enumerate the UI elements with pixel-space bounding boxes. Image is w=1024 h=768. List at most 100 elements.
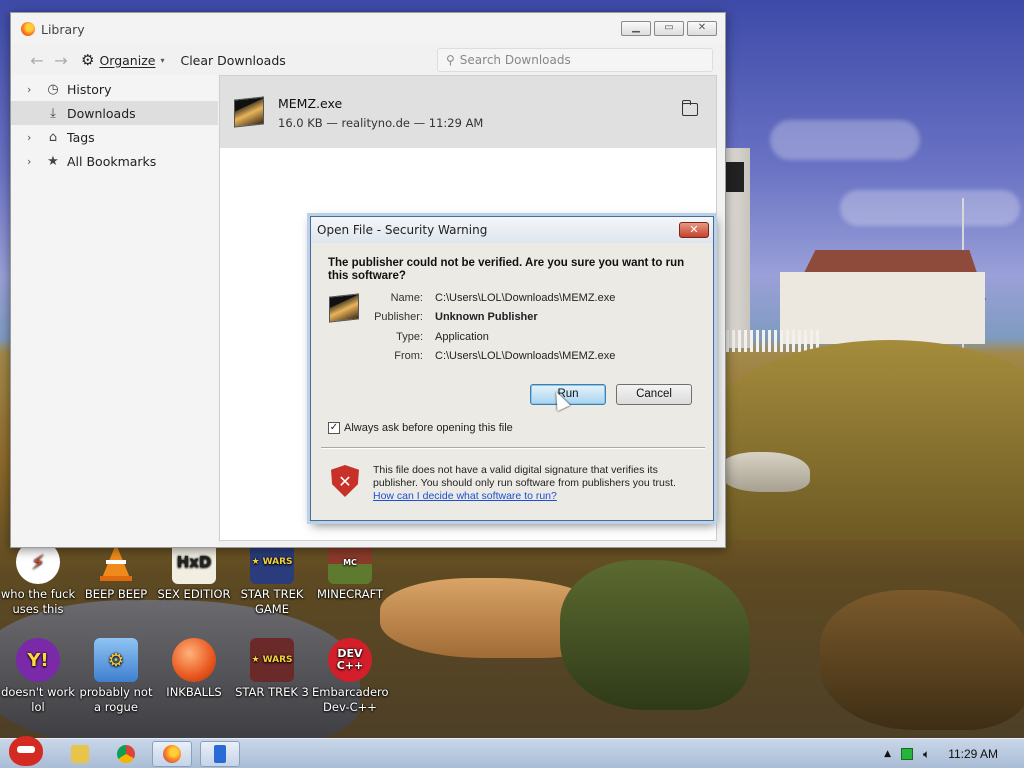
devcpp-icon: DEV C++ <box>328 638 372 682</box>
tag-icon: ⌂ <box>48 129 58 145</box>
field-publisher: Publisher: Unknown Publisher <box>311 311 711 329</box>
inkball-icon <box>172 638 216 682</box>
forward-arrow-icon[interactable]: → <box>51 51 71 70</box>
dialog-info-text: This file does not have a valid digital … <box>373 464 676 489</box>
wallpaper-bush <box>560 560 750 710</box>
chevron-right-icon[interactable]: › <box>27 83 39 96</box>
taskbar-file-explorer[interactable] <box>60 741 100 767</box>
security-warning-dialog: Open File - Security Warning ✕ The publi… <box>310 216 714 521</box>
field-key: From: <box>394 350 423 362</box>
search-downloads-input[interactable]: ⚲ Search Downloads <box>437 48 713 72</box>
sidebar-item-label: Downloads <box>67 105 136 121</box>
sidebar-item-downloads[interactable]: ⤓ Downloads <box>11 101 218 125</box>
field-value: C:\Users\LOL\Downloads\MEMZ.exe <box>435 292 616 304</box>
chrome-icon <box>117 745 135 763</box>
desktop-icon-label: BEEP BEEP <box>84 587 148 601</box>
download-item[interactable]: MEMZ.exe 16.0 KB — realityno.de — 11:29 … <box>220 76 716 148</box>
organize-label: Organize <box>99 52 156 68</box>
system-tray: ▲ 🔈︎ 11:29 AM <box>884 739 1024 768</box>
field-from: From: C:\Users\LOL\Downloads\MEMZ.exe <box>311 350 711 368</box>
window-controls: ▁ ▭ ✕ <box>621 21 717 36</box>
field-key: Type: <box>396 331 423 343</box>
desktop-icon[interactable]: BEEP BEEP <box>78 540 154 602</box>
field-value: Application <box>435 331 489 343</box>
download-icon: ⤓ <box>50 105 56 121</box>
desktop-icon[interactable]: DEV C++ Embarcadero Dev-C++ <box>312 638 389 715</box>
sidebar-item-history[interactable]: › ◷ History <box>11 77 218 101</box>
help-link[interactable]: How can I decide what software to run? <box>373 490 557 502</box>
desktop-icon-label: SEX EDITIOR <box>157 587 231 601</box>
clock-icon: ◷ <box>47 81 59 97</box>
open-folder-icon[interactable] <box>681 100 698 116</box>
desktop-icon[interactable]: ★ WARS STAR TREK GAME <box>234 540 310 617</box>
dialog-close-button[interactable]: ✕ <box>679 222 709 238</box>
sidebar-item-all-bookmarks[interactable]: › ★ All Bookmarks <box>11 149 218 173</box>
desktop-icon-label: probably not a rogue <box>79 685 153 714</box>
show-hidden-icons-icon[interactable]: ▲ <box>884 749 891 759</box>
back-arrow-icon[interactable]: ← <box>27 51 47 70</box>
desktop-icon[interactable]: ★ WARS STAR TREK 3 <box>234 638 310 700</box>
desktop-icon[interactable]: HxD SEX EDITIOR <box>156 540 232 602</box>
chevron-down-icon: ▾ <box>160 55 165 65</box>
field-name: Name: C:\Users\LOL\Downloads\MEMZ.exe <box>311 292 711 310</box>
library-toolbar: ← → ⚙ Organize ▾ Clear Downloads ⚲ Searc… <box>11 45 725 75</box>
clock[interactable]: 11:29 AM <box>948 747 998 761</box>
dialog-titlebar[interactable]: Open File - Security Warning ✕ <box>311 217 713 243</box>
close-button[interactable]: ✕ <box>687 21 717 36</box>
wallpaper-rock <box>720 452 810 492</box>
desktop-icon[interactable]: Y! doesn't work lol <box>0 638 76 715</box>
wallpaper-bush <box>820 590 1024 730</box>
organize-button[interactable]: ⚙ Organize ▾ <box>81 51 164 69</box>
always-ask-checkbox[interactable]: ✓ Always ask before opening this file <box>328 422 513 434</box>
volume-icon[interactable]: 🔈︎ <box>923 747 930 762</box>
angry-bird-start-icon <box>9 735 43 766</box>
gear-icon: ⚙ <box>81 51 95 69</box>
sidebar-item-tags[interactable]: › ⌂ Tags <box>11 125 218 149</box>
checkbox-checked-icon[interactable]: ✓ <box>328 422 340 434</box>
library-title: Library <box>41 21 85 37</box>
chevron-right-icon[interactable]: › <box>27 131 39 144</box>
chevron-right-icon[interactable]: › <box>27 155 39 168</box>
cancel-button[interactable]: Cancel <box>616 384 692 405</box>
star-wars-icon: ★ WARS <box>250 638 294 682</box>
star-icon: ★ <box>47 153 59 169</box>
taskbar-firefox[interactable] <box>152 741 192 767</box>
start-button[interactable] <box>4 733 48 768</box>
shield-warning-icon: ✕ <box>331 465 359 497</box>
desktop-icon[interactable]: ⚙ probably not a rogue <box>78 638 154 715</box>
desktop-icon-label: MINECRAFT <box>316 587 384 601</box>
search-placeholder: Search Downloads <box>459 53 571 67</box>
desktop-icon-label: STAR TREK GAME <box>240 587 304 616</box>
field-key: Name: <box>390 292 423 304</box>
minimize-button[interactable]: ▁ <box>621 21 651 36</box>
taskbar-notepad[interactable] <box>200 741 240 767</box>
sidebar-item-label: Tags <box>67 129 95 145</box>
taskbar-chrome[interactable] <box>106 741 146 767</box>
desktop-icon-label: doesn't work lol <box>1 685 75 714</box>
file-explorer-icon <box>71 745 89 763</box>
taskbar: ▲ 🔈︎ 11:29 AM <box>0 738 1024 768</box>
wallpaper-cloud <box>840 190 1020 226</box>
field-value: C:\Users\LOL\Downloads\MEMZ.exe <box>435 350 616 362</box>
maximize-button[interactable]: ▭ <box>654 21 684 36</box>
desktop-icon[interactable]: INKBALLS <box>156 638 232 700</box>
desktop-icon-label: who the fuck uses this <box>0 587 76 616</box>
exe-file-icon <box>234 96 264 128</box>
desktop-icon[interactable]: ⚡ who the fuck uses this <box>0 540 76 617</box>
desktop-icon[interactable]: MC MINECRAFT <box>312 540 388 602</box>
yahoo-messenger-icon: Y! <box>16 638 60 682</box>
battery-icon[interactable] <box>900 748 913 760</box>
desktop-icon-label: Embarcadero Dev-C++ <box>312 685 389 714</box>
dialog-separator <box>321 447 705 449</box>
wallpaper-hill <box>700 340 1024 540</box>
library-titlebar[interactable]: Library ▁ ▭ ✕ <box>11 13 725 45</box>
sidebar-item-label: History <box>67 81 112 97</box>
wallpaper-lighthouse-lamp <box>724 162 744 192</box>
desktop-icon-label: INKBALLS <box>166 685 222 699</box>
clear-downloads-button[interactable]: Clear Downloads <box>180 53 285 68</box>
library-sidebar: › ◷ History ⤓ Downloads › ⌂ Tags › ★ All… <box>11 75 218 547</box>
field-key: Publisher: <box>374 311 423 323</box>
checkbox-label: Always ask before opening this file <box>344 422 513 434</box>
firefox-icon <box>21 22 35 36</box>
desktop-icon-label: STAR TREK 3 <box>235 685 309 699</box>
